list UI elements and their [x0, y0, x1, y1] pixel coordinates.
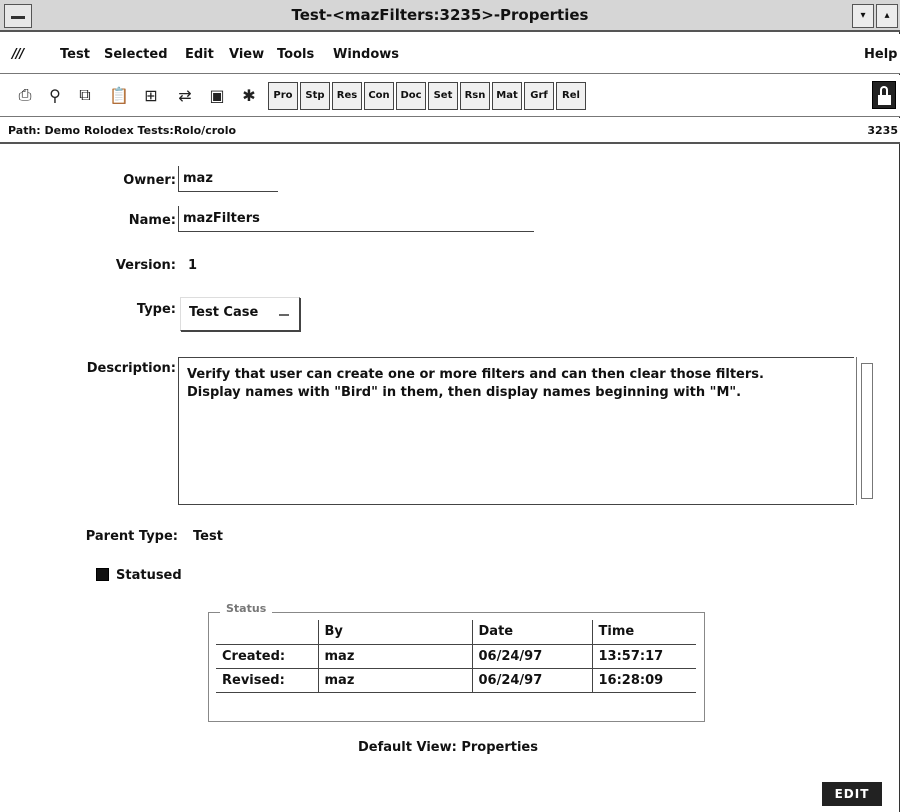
toolbar-res-button[interactable]: Res: [332, 82, 362, 110]
description-line-2: Display names with "Bird" in them, then …: [187, 385, 742, 400]
owner-label: Owner:: [123, 173, 176, 188]
toolbar-rel-button[interactable]: Rel: [556, 82, 586, 110]
toolbar-grf-button[interactable]: Grf: [524, 82, 554, 110]
print-icon[interactable]: ⎙: [12, 81, 38, 109]
status-cell: 16:28:09: [591, 667, 696, 693]
status-col-date: Date: [471, 620, 593, 645]
link-icon[interactable]: ⚲: [42, 81, 68, 109]
mode-badge: EDIT: [822, 782, 882, 806]
menu-windows[interactable]: Windows: [333, 47, 399, 62]
status-cell: Created:: [216, 643, 319, 669]
status-cell: maz: [317, 667, 473, 693]
scrollbar-thumb[interactable]: [861, 363, 873, 499]
description-label: Description:: [86, 361, 176, 376]
maximize-button[interactable]: ▴: [876, 4, 898, 28]
status-group-title: Status: [220, 602, 273, 615]
name-field[interactable]: mazFilters: [178, 206, 534, 232]
type-label: Type:: [136, 302, 176, 317]
toolbar-con-button[interactable]: Con: [364, 82, 394, 110]
version-value: 1: [188, 258, 198, 273]
default-view-value: Properties: [461, 740, 538, 755]
menu-help[interactable]: Help: [864, 47, 897, 62]
type-value: Test Case: [189, 305, 259, 320]
version-label: Version:: [115, 258, 176, 273]
description-textarea[interactable]: Verify that user can create one or more …: [178, 357, 854, 505]
toolbar-mat-button[interactable]: Mat: [492, 82, 522, 110]
paste-icon[interactable]: 📋: [106, 81, 132, 109]
menu-edit[interactable]: Edit: [185, 47, 214, 62]
copy-icon[interactable]: ⧉: [72, 81, 98, 109]
menu-test[interactable]: Test: [60, 47, 90, 62]
window-title: Test-<mazFilters:3235>-Properties: [291, 6, 589, 24]
refresh-icon[interactable]: ⇄: [172, 81, 198, 109]
status-cell: 06/24/97: [471, 667, 593, 693]
toolbar-set-button[interactable]: Set: [428, 82, 458, 110]
toolbar: ⎙ ⚲ ⧉ 📋 ⊞ ⇄ ▣ ✱ Pro Stp Res Con Doc Set …: [0, 75, 900, 117]
status-col-blank: [216, 620, 319, 645]
status-col-by: By: [317, 620, 473, 645]
status-cell: maz: [317, 643, 473, 669]
status-table: By Date Time Created: maz 06/24/97 13:57…: [216, 620, 696, 693]
path-text: Path: Demo Rolodex Tests:Rolo/crolo: [8, 124, 237, 137]
tree-icon[interactable]: ⊞: [138, 81, 164, 109]
status-header-row: By Date Time: [216, 620, 696, 645]
properties-window: Test-<mazFilters:3235>-Properties ▾ ▴ //…: [0, 0, 900, 812]
type-dropdown[interactable]: Test Case: [180, 297, 300, 331]
path-bar: Path: Demo Rolodex Tests:Rolo/crolo 3235: [0, 118, 900, 144]
owner-field[interactable]: maz: [178, 166, 278, 192]
system-menu-icon: [11, 16, 25, 19]
description-scrollbar[interactable]: [856, 357, 876, 505]
object-id: 3235: [867, 124, 898, 137]
default-view: Default View: Properties: [358, 740, 538, 755]
name-label: Name:: [128, 213, 176, 228]
table-row: Revised: maz 06/24/97 16:28:09: [216, 667, 696, 693]
status-cell: Revised:: [216, 667, 319, 693]
statused-checkbox[interactable]: [96, 568, 109, 581]
default-view-label: Default View:: [358, 740, 457, 755]
status-col-time: Time: [591, 620, 696, 645]
toolbar-stp-button[interactable]: Stp: [300, 82, 330, 110]
parent-type-value: Test: [193, 529, 223, 544]
lock-icon[interactable]: [872, 81, 896, 109]
menu-view[interactable]: View: [229, 47, 264, 62]
menu-logo: ///: [12, 47, 24, 62]
menu-selected[interactable]: Selected: [104, 47, 168, 62]
menu-bar: /// Test Selected Edit View Tools Window…: [0, 34, 900, 74]
toolbar-pro-button[interactable]: Pro: [268, 82, 298, 110]
run-icon[interactable]: ✱: [236, 81, 262, 109]
toolbar-rsn-button[interactable]: Rsn: [460, 82, 490, 110]
menu-tools[interactable]: Tools: [277, 47, 314, 62]
system-menu-button[interactable]: [4, 4, 32, 28]
save-icon[interactable]: ▣: [204, 81, 230, 109]
table-row: Created: maz 06/24/97 13:57:17: [216, 643, 696, 669]
description-line-1: Verify that user can create one or more …: [187, 367, 764, 382]
status-cell: 13:57:17: [591, 643, 696, 669]
parent-type-label: Parent Type:: [85, 529, 178, 544]
status-cell: 06/24/97: [471, 643, 593, 669]
statused-label: Statused: [116, 568, 182, 583]
title-bar: Test-<mazFilters:3235>-Properties ▾ ▴: [0, 0, 900, 32]
minimize-button[interactable]: ▾: [852, 4, 874, 28]
toolbar-doc-button[interactable]: Doc: [396, 82, 426, 110]
dropdown-arrow-icon: [279, 314, 289, 316]
